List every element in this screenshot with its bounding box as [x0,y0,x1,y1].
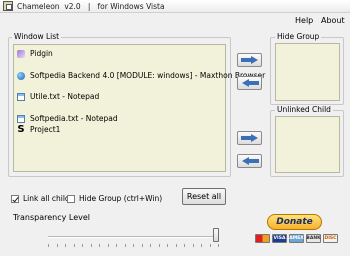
link-all-child-checkbox[interactable] [11,194,19,203]
hide-group-checkbox[interactable] [67,194,75,203]
title-bar[interactable]: Chameleon v2.0 | for Windows Vista [0,0,350,13]
transparency-slider-thumb[interactable] [213,228,219,242]
list-item[interactable]: Softpedia.txt - Notepad [17,113,118,124]
window-list-legend: Window List [12,32,62,41]
slider-tick [176,244,177,247]
list-item[interactable]: S Project1 [17,124,60,135]
list-item-label: Utile.txt - Notepad [30,92,100,101]
amex-icon: AMEX [289,234,304,243]
donate-button[interactable]: Donate [267,214,322,230]
list-item-label: Softpedia.txt - Notepad [30,114,118,123]
list-item-label: Pidgin [30,49,53,58]
slider-tick [74,244,75,247]
slider-tick [184,244,185,247]
notepad-icon [17,114,25,123]
arrow-left-icon [241,79,259,87]
remove-from-hide-group-button[interactable] [237,76,262,90]
slider-tick [218,244,219,247]
slider-tick [150,244,151,247]
discover-icon: DISC [323,234,338,243]
list-item[interactable]: Softpedia Backend 4.0 [MODULE: windows] … [17,70,265,81]
transparency-group: Transparency Level [8,213,230,253]
hide-group-legend: Hide Group [275,32,322,41]
menu-bar: Help About [0,14,350,27]
arrow-left-icon [241,157,259,165]
transparency-slider-track[interactable] [48,236,218,238]
transparency-slider-ticks [48,244,219,247]
arrow-right-icon [240,134,259,142]
hide-group-label: Hide Group (ctrl+Win) [79,194,163,203]
list-item[interactable]: Utile.txt - Notepad [17,91,99,102]
slider-tick [133,244,134,247]
window-list-group: Window List Pidgin Softpedia Backend 4.0… [8,32,265,177]
visa-icon: VISA [272,234,287,243]
slider-tick [91,244,92,247]
bank-icon: BANK [306,234,321,243]
list-item-label: Project1 [30,125,61,134]
pidgin-icon [17,49,25,58]
link-all-child-label: Link all child [23,194,70,203]
mastercard-icon [255,234,270,243]
slider-tick [142,244,143,247]
slider-tick [125,244,126,247]
unlinked-child-box: Unlinked Child [270,105,344,177]
move-to-unlinked-child-button[interactable] [237,131,262,145]
list-item[interactable]: Pidgin [17,48,53,59]
window-title: Chameleon v2.0 | for Windows Vista [17,1,165,11]
slider-tick [116,244,117,247]
slider-tick [108,244,109,247]
slider-tick [57,244,58,247]
payment-cards: VISA AMEX BANK DISC [255,234,338,243]
maxthon-icon [17,71,25,80]
app-icon [3,1,13,11]
unlinked-child-list[interactable] [275,116,340,173]
slider-tick [159,244,160,247]
slider-tick [201,244,202,247]
remove-from-unlinked-child-button[interactable] [237,154,262,168]
link-all-child-option[interactable]: Link all child [11,194,70,203]
list-item-label: Softpedia Backend 4.0 [MODULE: windows] … [30,71,266,80]
notepad-icon [17,92,25,101]
hide-group-option[interactable]: Hide Group (ctrl+Win) [67,194,162,203]
reset-all-button[interactable]: Reset all [182,188,226,205]
hide-group-list[interactable] [275,43,340,101]
s-icon: S [17,123,25,135]
menu-about[interactable]: About [321,16,345,25]
menu-help[interactable]: Help [295,16,313,25]
slider-tick [99,244,100,247]
unlinked-child-legend: Unlinked Child [275,105,333,114]
transparency-label: Transparency Level [13,213,91,222]
slider-tick [210,244,211,247]
slider-tick [167,244,168,247]
slider-tick [82,244,83,247]
slider-tick [48,244,49,247]
window-list[interactable]: Pidgin Softpedia Backend 4.0 [MODULE: wi… [13,44,265,172]
move-to-hide-group-button[interactable] [237,53,262,67]
slider-tick [65,244,66,247]
hide-group-box: Hide Group [270,32,344,105]
slider-tick [193,244,194,247]
arrow-right-icon [240,56,259,64]
